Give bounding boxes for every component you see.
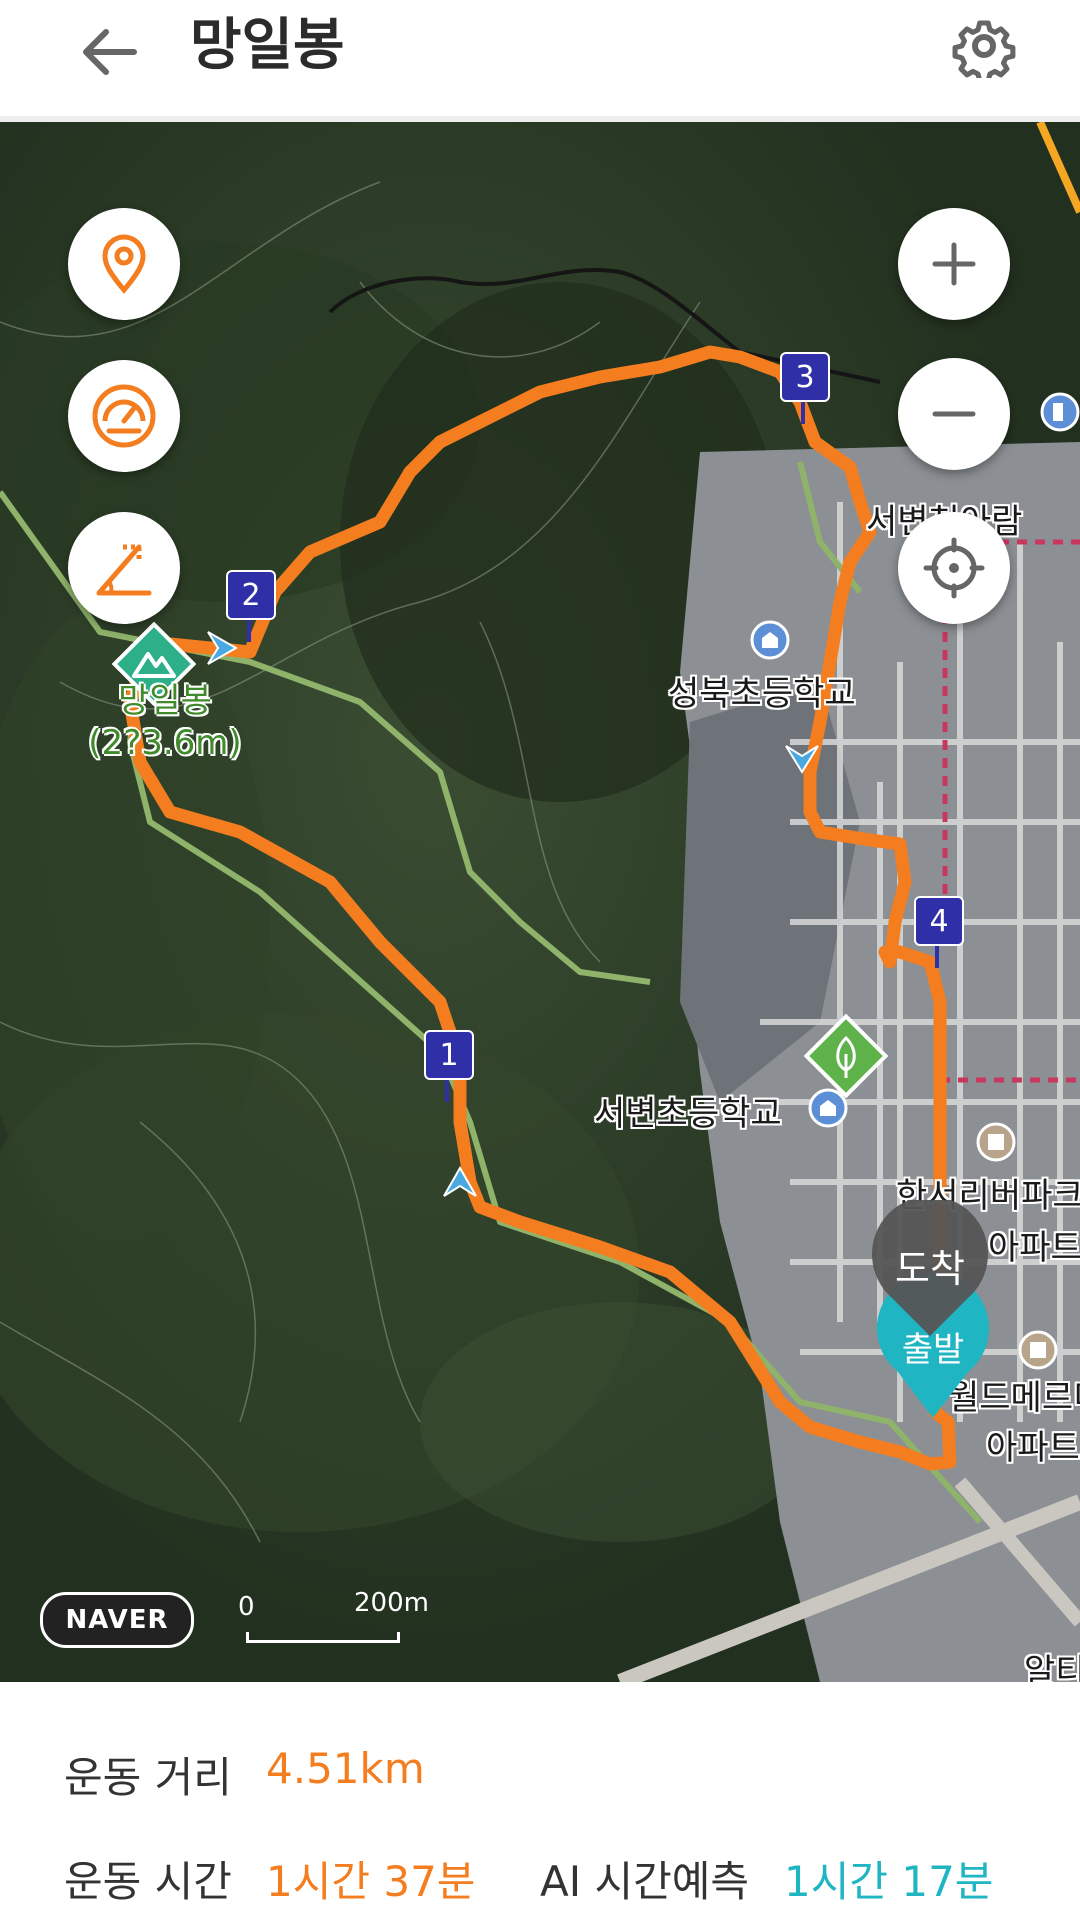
time-value: 1시간 37분 xyxy=(266,1857,476,1906)
direction-arrow-icon xyxy=(785,745,819,774)
scale-zero: 0 xyxy=(238,1592,255,1622)
speedometer-icon xyxy=(92,384,156,448)
distance-value: 4.51km xyxy=(266,1744,425,1793)
apartment-icon xyxy=(976,1122,1016,1162)
naver-logo: NAVER xyxy=(40,1592,194,1648)
ai-estimate-value: 1시간 17분 xyxy=(784,1857,994,1906)
waypoint-label: 2 xyxy=(226,570,276,620)
school-icon xyxy=(750,620,790,660)
location-pin-icon xyxy=(102,234,146,294)
current-location-button[interactable] xyxy=(898,512,1010,624)
apartment-icon xyxy=(1018,1330,1058,1370)
arrow-left-icon xyxy=(83,29,137,75)
scale-bar xyxy=(246,1632,400,1643)
place-label: 성북초등학교 xyxy=(668,674,856,714)
crosshair-icon xyxy=(923,537,985,599)
zoom-out-icon xyxy=(932,411,976,417)
zoom-out-button[interactable] xyxy=(898,358,1010,470)
arrival-label: 도착 xyxy=(895,1247,965,1291)
park-icon xyxy=(804,1014,888,1098)
elevation-icon xyxy=(96,544,152,596)
waypoint-label: 3 xyxy=(780,352,830,402)
waypoint-marker-1[interactable]: 1 xyxy=(424,1030,474,1102)
map-view[interactable]: 1 2 3 4 망일봉 (2?3.6m) 서변천아람 성북초등학교 서변초등학교… xyxy=(0,122,1080,1682)
speed-button[interactable] xyxy=(68,360,180,472)
back-button[interactable] xyxy=(72,16,144,88)
waypoint-marker-4[interactable]: 4 xyxy=(914,896,964,968)
school-icon xyxy=(808,1088,848,1128)
distance-label: 운동 거리 xyxy=(64,1753,232,1802)
elevation-button[interactable] xyxy=(68,512,180,624)
peak-elevation: (2?3.6m) xyxy=(88,723,242,763)
zoom-in-button[interactable] xyxy=(898,208,1010,320)
page-title: 망일봉 xyxy=(190,13,345,78)
time-label: 운동 시간 xyxy=(64,1857,232,1906)
zoom-in-icon xyxy=(932,242,976,286)
waypoint-marker-2[interactable]: 2 xyxy=(226,570,276,642)
gas-station-icon xyxy=(1040,392,1080,432)
ai-estimate-label: AI 시간예측 xyxy=(540,1857,750,1906)
settings-button[interactable] xyxy=(946,8,1022,84)
app-header: 망일봉 xyxy=(0,0,1080,122)
peak-label: 망일봉 (2?3.6m) xyxy=(80,680,250,764)
scale-distance: 200m xyxy=(354,1588,429,1618)
stats-panel: 운동 거리 4.51km 운동 시간 1시간 37분 AI 시간예측 1시간 1… xyxy=(0,1682,1080,1919)
place-label: 아파트 xyxy=(986,1428,1080,1468)
waypoint-marker-3[interactable]: 3 xyxy=(780,352,830,424)
place-label: 아파트 xyxy=(988,1228,1080,1268)
location-button[interactable] xyxy=(68,208,180,320)
place-label: 서변초등학교 xyxy=(594,1094,782,1134)
waypoint-label: 1 xyxy=(424,1030,474,1080)
waypoint-label: 4 xyxy=(914,896,964,946)
arrival-pin[interactable]: 도착 xyxy=(866,1196,994,1340)
gear-icon xyxy=(952,20,1016,78)
peak-name: 망일봉 xyxy=(118,681,212,721)
direction-arrow-icon xyxy=(443,1165,477,1197)
place-label: 알티 xyxy=(1024,1652,1080,1682)
